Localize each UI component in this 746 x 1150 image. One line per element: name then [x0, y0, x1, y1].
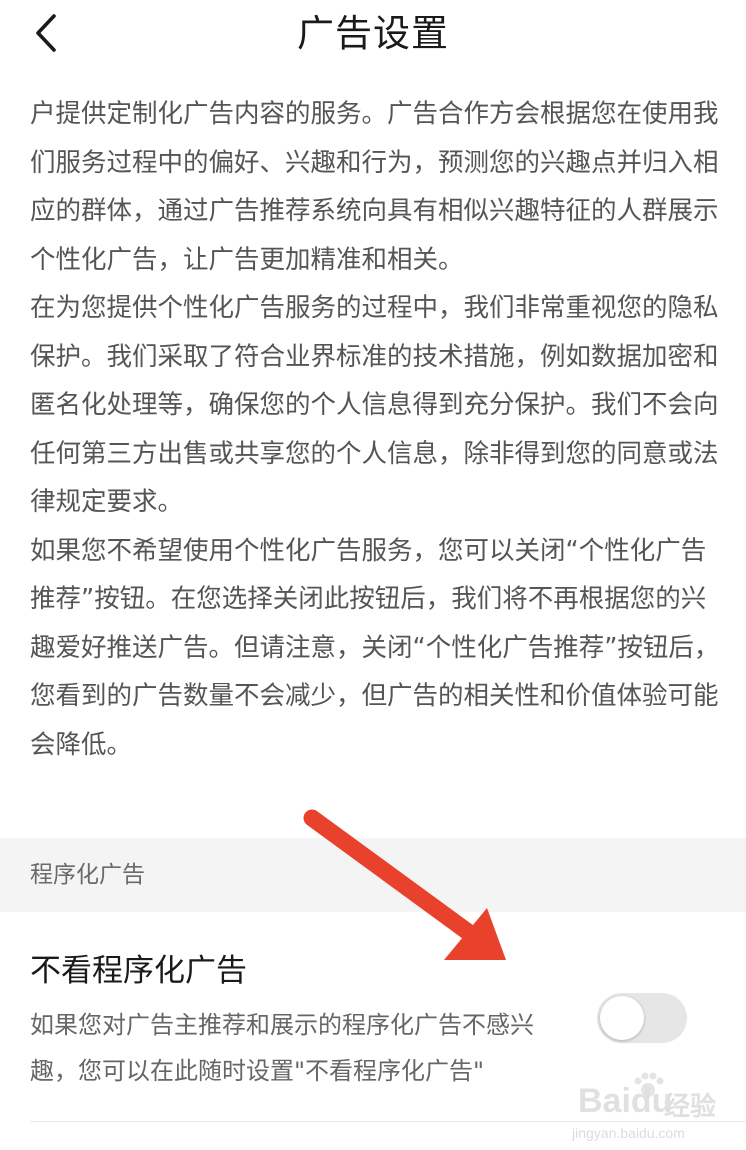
ad-policy-text: 户提供定制化广告内容的服务。广告合作方会根据您在使用我们服务过程中的偏好、兴趣和…	[30, 90, 720, 769]
setting-row-programmatic-ads: 不看程序化广告 如果您对广告主推荐和展示的程序化广告不感兴趣，您可以在此随时设置…	[0, 912, 746, 1122]
programmatic-ads-toggle[interactable]	[597, 993, 687, 1043]
page-title: 广告设置	[297, 12, 449, 55]
section-label: 程序化广告	[30, 862, 145, 888]
policy-paragraph: 户提供定制化广告内容的服务。广告合作方会根据您在使用我们服务过程中的偏好、兴趣和…	[30, 99, 719, 275]
toggle-knob	[600, 996, 644, 1040]
divider	[30, 1121, 746, 1122]
watermark-url: jingyan.baidu.com	[572, 1125, 685, 1141]
policy-paragraph: 如果您不希望使用个性化广告服务，您可以关闭“个性化广告推荐”按钮。在您选择关闭此…	[30, 535, 720, 760]
top-nav-bar: 广告设置	[0, 0, 746, 72]
setting-description: 如果您对广告主推荐和展示的程序化广告不感兴趣，您可以在此随时设置"不看程序化广告…	[30, 1011, 534, 1085]
policy-paragraph: 在为您提供个性化广告服务的过程中，我们非常重视您的隐私保护。我们采取了符合业界标…	[30, 293, 719, 517]
setting-title: 不看程序化广告	[30, 953, 247, 989]
section-header: 程序化广告	[0, 838, 746, 912]
